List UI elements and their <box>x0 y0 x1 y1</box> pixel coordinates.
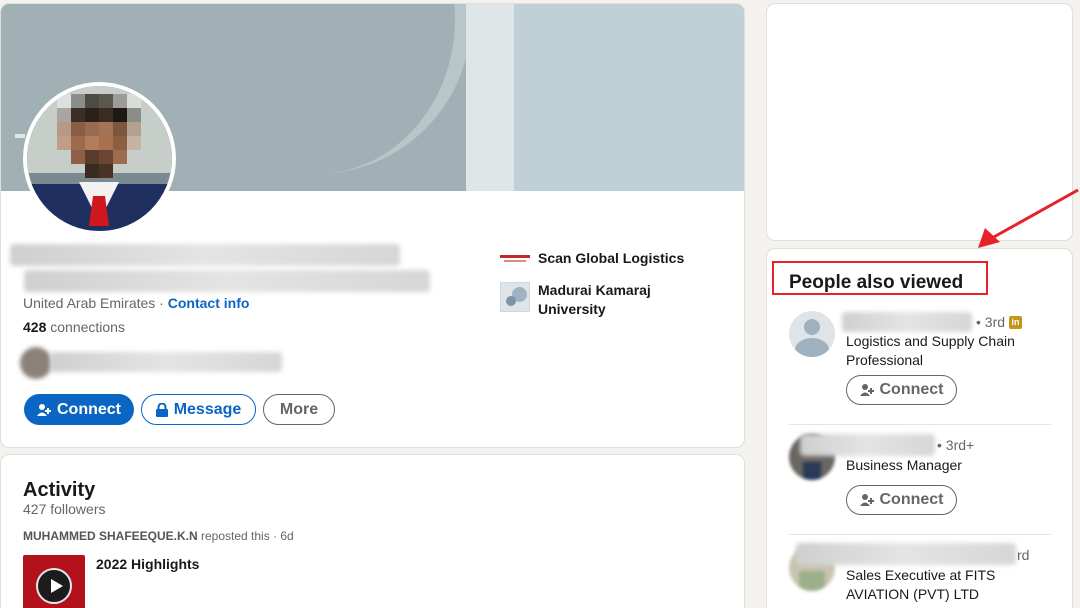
blurred-person-name <box>842 312 972 332</box>
person-divider <box>789 424 1051 425</box>
profile-avatar[interactable] <box>23 82 176 235</box>
person-divider <box>789 534 1051 535</box>
person-headline: Business Manager <box>846 457 962 473</box>
reposter-name[interactable]: MUHAMMED SHAFEEQUE.K.N <box>23 529 198 543</box>
person-avatar[interactable] <box>789 311 835 357</box>
activity-post-title[interactable]: 2022 Highlights <box>96 556 199 572</box>
message-button[interactable]: Message <box>141 394 256 425</box>
more-button-label: More <box>279 400 319 418</box>
ad-card <box>766 3 1073 241</box>
profile-location-line: United Arab Emirates · Contact info <box>23 295 250 311</box>
lock-icon <box>155 402 168 417</box>
annotation-highlight-box <box>772 261 988 295</box>
person-headline: Sales Executive at FITS AVIATION (PVT) L… <box>846 567 996 602</box>
location-text: United Arab Emirates <box>23 295 156 311</box>
person-connection-degree: • 3rd in <box>976 314 1023 330</box>
activity-post-thumbnail[interactable] <box>23 555 85 608</box>
person-connect-button[interactable]: Connect <box>846 375 957 405</box>
blurred-person-name <box>800 434 935 456</box>
message-button-label: Message <box>173 400 242 418</box>
person-add-icon <box>37 403 51 416</box>
scan-global-logistics-logo <box>500 252 530 266</box>
school-logo <box>500 282 530 312</box>
contact-info-link[interactable]: Contact info <box>168 295 250 311</box>
person-connection-degree: • 3rd+ <box>937 437 975 453</box>
mutual-connection-avatar[interactable] <box>20 347 52 379</box>
activity-followers[interactable]: 427 followers <box>23 501 106 517</box>
connect-button[interactable]: Connect <box>24 394 134 425</box>
person-add-icon <box>859 384 874 396</box>
person-connection-degree: rd <box>1017 547 1030 563</box>
current-company[interactable]: Scan Global Logistics <box>500 250 684 266</box>
play-icon <box>36 568 72 604</box>
more-button[interactable]: More <box>263 394 335 425</box>
blurred-person-name <box>796 543 1016 565</box>
person-connect-button[interactable]: Connect <box>846 485 957 515</box>
education-school[interactable]: Madurai Kamaraj University <box>500 282 668 319</box>
company-name: Scan Global Logistics <box>538 250 685 266</box>
person-add-icon <box>859 494 874 506</box>
connections-count[interactable]: 428 connections <box>23 319 125 335</box>
blurred-profile-headline <box>24 270 430 292</box>
linkedin-premium-icon: in <box>1009 315 1023 329</box>
connect-button-label: Connect <box>57 400 121 418</box>
school-name: Madurai Kamaraj University <box>538 282 651 317</box>
blurred-mutual-connections <box>50 352 282 372</box>
blurred-profile-name <box>10 244 400 266</box>
activity-title: Activity <box>23 479 96 501</box>
person-headline: Logistics and Supply Chain Professional <box>846 333 1015 368</box>
activity-repost-line: MUHAMMED SHAFEEQUE.K.N reposted this · 6… <box>23 529 294 543</box>
